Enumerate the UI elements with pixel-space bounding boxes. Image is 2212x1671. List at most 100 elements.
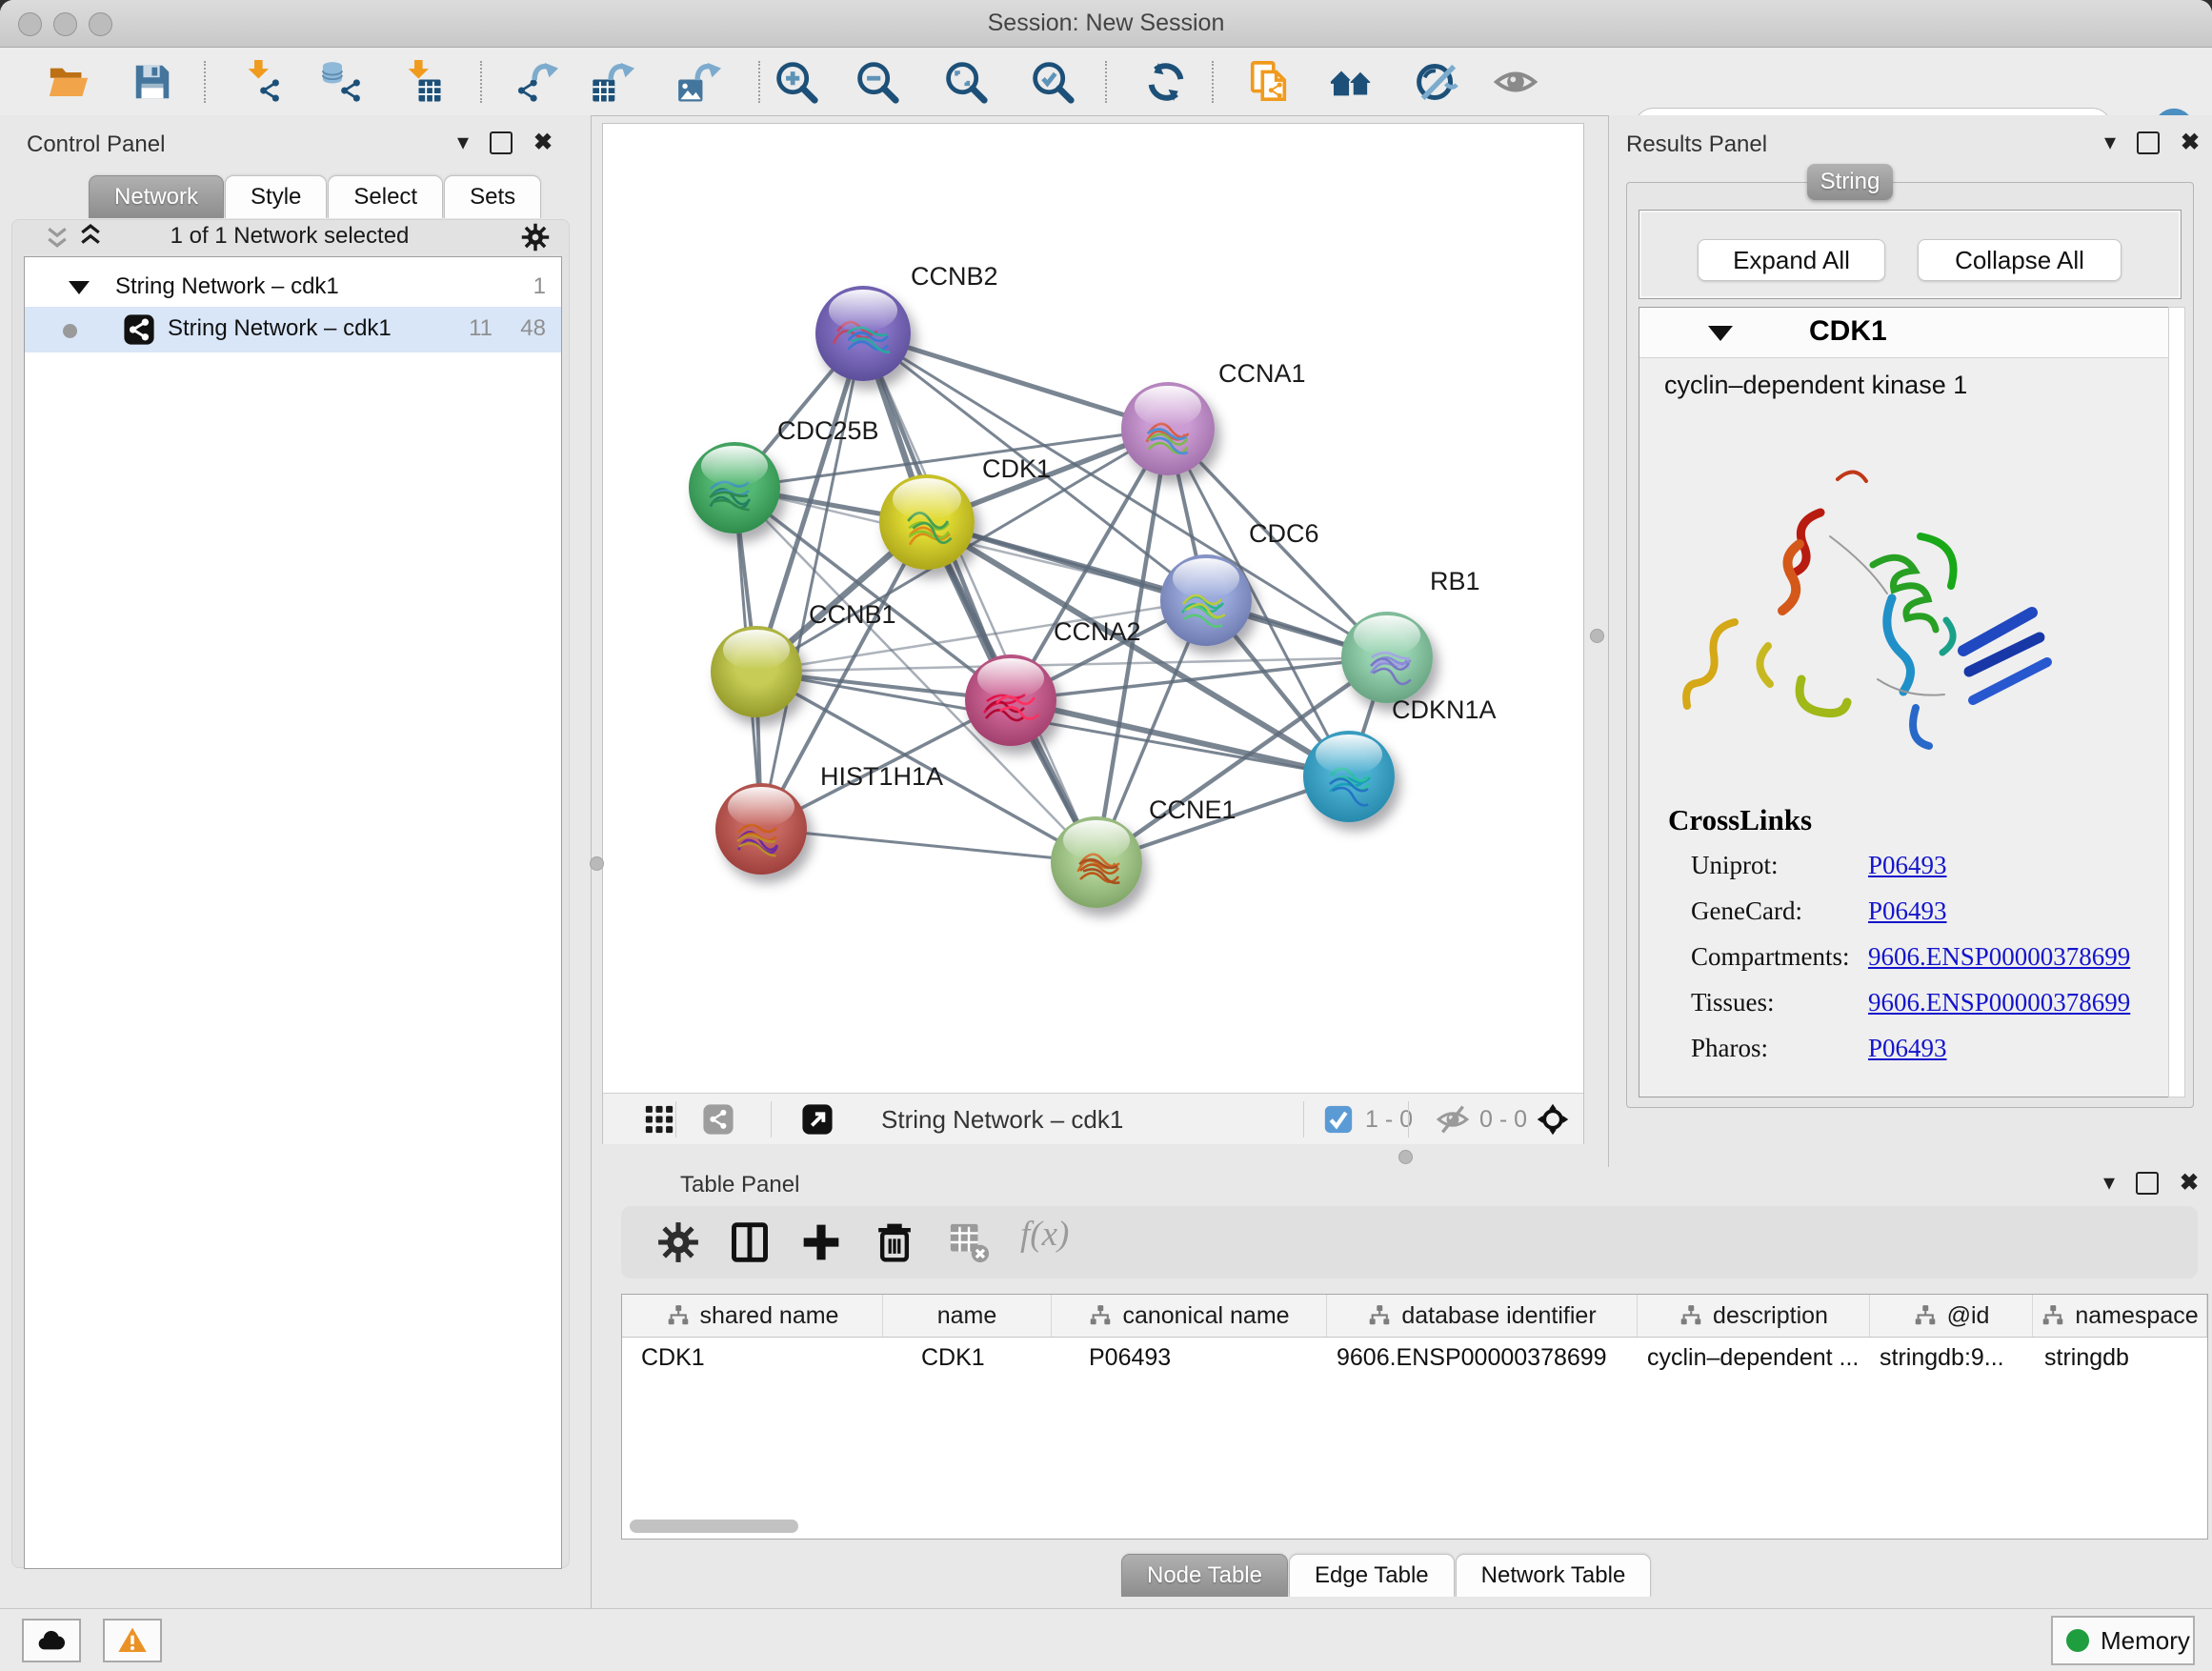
import-table-file-button[interactable] bbox=[399, 60, 443, 104]
tab-node-table[interactable]: Node Table bbox=[1121, 1554, 1288, 1597]
trash-button[interactable] bbox=[874, 1221, 915, 1263]
column-header-canonical-name[interactable]: canonical name bbox=[1052, 1295, 1327, 1337]
cell-name[interactable]: CDK1 bbox=[883, 1337, 1052, 1379]
node-details-header[interactable]: CDK1 bbox=[1639, 308, 2181, 358]
clone-network-button[interactable] bbox=[1247, 60, 1291, 104]
network-options-gear-icon[interactable] bbox=[521, 223, 550, 252]
left-splitter-handle[interactable] bbox=[590, 856, 604, 871]
right-splitter-handle[interactable] bbox=[1590, 629, 1604, 643]
glass-effect-button[interactable] bbox=[1415, 60, 1458, 104]
cell-description[interactable]: cyclin–dependent ... bbox=[1638, 1337, 1870, 1379]
network-node-CDKN1A[interactable] bbox=[1303, 731, 1395, 822]
cell-canonical-name[interactable]: P06493 bbox=[1052, 1337, 1327, 1379]
columns-button[interactable] bbox=[729, 1221, 771, 1263]
tab-sets[interactable]: Sets bbox=[444, 175, 541, 218]
gear-button[interactable] bbox=[657, 1221, 699, 1263]
network-node-CDC6[interactable] bbox=[1160, 554, 1252, 646]
show-panel-eye-button[interactable] bbox=[1494, 60, 1538, 104]
cell--id[interactable]: stringdb:9... bbox=[1870, 1337, 2033, 1379]
table-row[interactable]: CDK1CDK1P064939606.ENSP00000378699cyclin… bbox=[622, 1337, 2207, 1379]
column-header-database-identifier[interactable]: database identifier bbox=[1327, 1295, 1638, 1337]
network-node-CDC25B[interactable] bbox=[689, 442, 780, 534]
tab-network[interactable]: Network bbox=[89, 175, 224, 218]
column-header--id[interactable]: @id bbox=[1870, 1295, 2033, 1337]
column-header-name[interactable]: name bbox=[883, 1295, 1052, 1337]
cloud-status-button[interactable] bbox=[22, 1619, 81, 1662]
network-row-selected[interactable]: String Network – cdk1 11 48 bbox=[25, 307, 561, 352]
network-node-HIST1H1A[interactable] bbox=[715, 783, 807, 875]
crosslink-link[interactable]: P06493 bbox=[1868, 1034, 1947, 1063]
close-panel-icon[interactable]: ✖ bbox=[2181, 131, 2200, 154]
collection-count: 1 bbox=[533, 273, 546, 300]
export-image-button[interactable] bbox=[677, 60, 721, 104]
birdseye-navigator-button[interactable] bbox=[1537, 1103, 1569, 1136]
open-session-button[interactable] bbox=[47, 60, 90, 104]
panel-menu-icon[interactable]: ▾ bbox=[457, 131, 469, 154]
import-network-file-button[interactable] bbox=[239, 60, 283, 104]
refresh-button[interactable] bbox=[1144, 60, 1188, 104]
tab-select[interactable]: Select bbox=[328, 175, 443, 218]
network-node-RB1[interactable] bbox=[1341, 612, 1433, 703]
string-home-button[interactable] bbox=[1329, 60, 1373, 104]
expand-all-button[interactable]: Expand All bbox=[1698, 239, 1885, 281]
hidden-indicator-icon[interactable] bbox=[1437, 1103, 1469, 1136]
table-horizontal-scrollbar[interactable] bbox=[630, 1520, 798, 1533]
column-header-shared-name[interactable]: shared name bbox=[622, 1295, 883, 1337]
control-panel-tabs: NetworkStyleSelectSets bbox=[89, 175, 542, 218]
results-scrollbar-track[interactable] bbox=[2168, 307, 2185, 1097]
import-network-database-button[interactable] bbox=[320, 60, 364, 104]
crosslink-link[interactable]: 9606.ENSP00000378699 bbox=[1868, 942, 2130, 972]
cell-shared-name[interactable]: CDK1 bbox=[622, 1337, 883, 1379]
network-node-CDK1[interactable] bbox=[879, 474, 975, 570]
collection-disclosure-icon[interactable] bbox=[69, 281, 90, 294]
float-panel-icon[interactable] bbox=[2137, 131, 2160, 154]
selected-indicator-checkbox[interactable] bbox=[1322, 1103, 1355, 1136]
selected-count: 1 - 0 bbox=[1365, 1106, 1413, 1134]
collapse-all-button[interactable]: Collapse All bbox=[1918, 239, 2122, 281]
tab-string[interactable]: String bbox=[1807, 164, 1893, 200]
bottom-splitter-handle[interactable] bbox=[1398, 1150, 1413, 1164]
memory-button[interactable]: Memory bbox=[2051, 1616, 2195, 1665]
tab-edge-table[interactable]: Edge Table bbox=[1289, 1554, 1455, 1597]
close-panel-icon[interactable]: ✖ bbox=[2180, 1172, 2199, 1195]
tab-network-table[interactable]: Network Table bbox=[1456, 1554, 1652, 1597]
network-node-CCNB1[interactable] bbox=[711, 626, 802, 717]
float-panel-icon[interactable] bbox=[490, 131, 513, 154]
zoom-fit-button[interactable] bbox=[944, 60, 988, 104]
network-node-CCNA1[interactable] bbox=[1121, 382, 1215, 475]
zoom-out-button[interactable] bbox=[855, 60, 899, 104]
fx-button[interactable]: f(x) bbox=[1020, 1214, 1106, 1256]
tab-style[interactable]: Style bbox=[225, 175, 327, 218]
network-node-CCNB2[interactable] bbox=[815, 286, 911, 381]
column-header-namespace[interactable]: namespace bbox=[2033, 1295, 2207, 1337]
crosslink-link[interactable]: P06493 bbox=[1868, 851, 1947, 880]
grid-view-button[interactable] bbox=[643, 1103, 675, 1136]
export-network-button[interactable] bbox=[514, 60, 558, 104]
float-panel-icon[interactable] bbox=[2136, 1172, 2159, 1195]
title-bar: Session: New Session bbox=[0, 0, 2212, 48]
panel-menu-icon[interactable]: ▾ bbox=[2103, 1172, 2115, 1195]
crosslink-label: Pharos: bbox=[1691, 1034, 1868, 1063]
crosslink-link[interactable]: 9606.ENSP00000378699 bbox=[1868, 988, 2130, 1017]
crosslink-link[interactable]: P06493 bbox=[1868, 896, 1947, 926]
export-table-button[interactable] bbox=[591, 60, 634, 104]
close-panel-icon[interactable]: ✖ bbox=[533, 131, 553, 154]
zoom-selected-button[interactable] bbox=[1031, 60, 1075, 104]
zoom-in-button[interactable] bbox=[774, 60, 818, 104]
plus-button[interactable] bbox=[800, 1221, 842, 1263]
panel-menu-icon[interactable]: ▾ bbox=[2104, 131, 2116, 154]
network-node-CCNE1[interactable] bbox=[1051, 816, 1142, 908]
save-session-button[interactable] bbox=[131, 60, 174, 104]
table-delete-button[interactable] bbox=[948, 1221, 990, 1263]
column-header-description[interactable]: description bbox=[1638, 1295, 1870, 1337]
open-in-new-button[interactable] bbox=[801, 1103, 834, 1136]
section-disclosure-icon[interactable] bbox=[1708, 326, 1733, 341]
network-node-CCNA2[interactable] bbox=[965, 654, 1056, 746]
cell-namespace[interactable]: stringdb bbox=[2033, 1337, 2207, 1379]
network-canvas[interactable]: CCNB2CCNA1CDC25BCDK1CDC6RB1CCNB1CCNA2CDK… bbox=[603, 124, 1583, 1093]
warning-status-button[interactable] bbox=[103, 1619, 162, 1662]
cell-database-identifier[interactable]: 9606.ENSP00000378699 bbox=[1327, 1337, 1638, 1379]
network-collection-row[interactable]: String Network – cdk1 1 bbox=[25, 269, 561, 307]
network-view-button[interactable] bbox=[702, 1103, 734, 1136]
node-details-card: CDK1 cyclin–dependent kinase 1 bbox=[1639, 307, 2182, 1097]
